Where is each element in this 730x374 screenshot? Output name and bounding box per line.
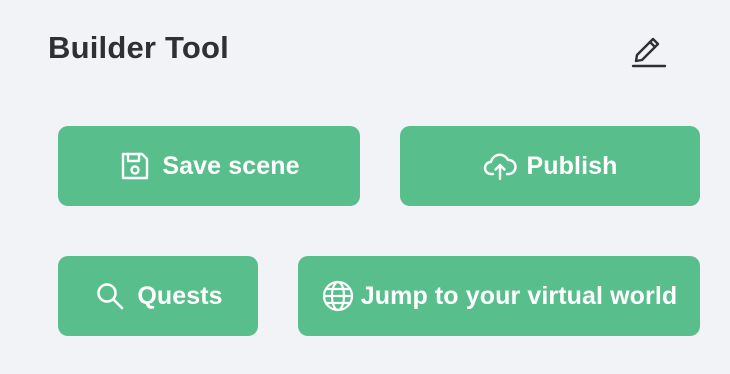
publish-button[interactable]: Publish [400,126,700,206]
jump-to-world-button[interactable]: Jump to your virtual world [298,256,700,336]
pencil-icon [629,30,667,73]
save-scene-label: Save scene [162,151,300,180]
jump-to-world-label: Jump to your virtual world [360,281,678,310]
cloud-upload-icon [483,149,517,183]
publish-label: Publish [526,151,618,180]
save-icon [118,149,152,183]
quests-label: Quests [137,281,223,310]
panel-title: Builder Tool [48,30,229,65]
save-scene-button[interactable]: Save scene [58,126,360,206]
quests-button[interactable]: Quests [58,256,258,336]
search-icon [93,279,127,313]
edit-button[interactable] [624,28,672,74]
globe-icon [321,279,355,313]
builder-tool-panel: Builder Tool Save scene Publish Quests J… [0,0,730,374]
